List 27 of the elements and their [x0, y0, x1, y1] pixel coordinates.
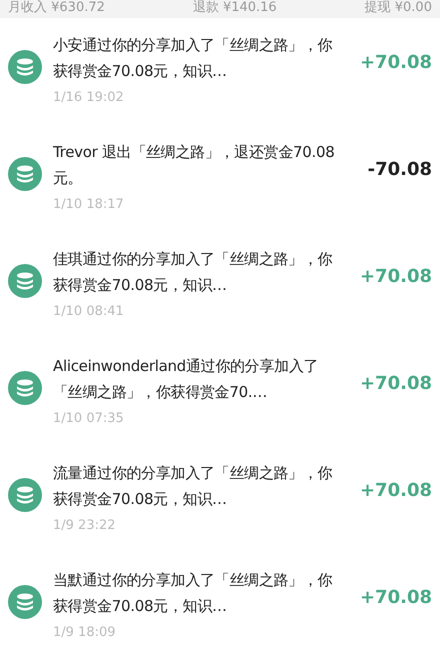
record-time: 1/10 08:41	[53, 304, 125, 319]
coins-icon	[8, 264, 42, 298]
record-time: 1/16 19:02	[53, 90, 125, 105]
record-description: 佳琪通过你的分享加入了「丝绸之路」，你获得赏金70.08元，知识…	[53, 249, 334, 296]
record-amount: +70.08	[360, 266, 432, 287]
coins-icon	[8, 50, 42, 84]
summary-label: 退款 ¥140.16	[192, 0, 277, 16]
coins-icon	[8, 371, 42, 405]
record-description: Aliceinwonderland通过你的分享加入了「丝绸之路」，你获得赏金70.…	[53, 356, 320, 403]
record-time: 1/9 23:22	[53, 518, 117, 533]
record-time: 1/9 18:09	[53, 625, 117, 640]
record-description: 流量通过你的分享加入了「丝绸之路」，你获得赏金70.08元，知识…	[53, 463, 334, 510]
record-description: 小安通过你的分享加入了「丝绸之路」，你获得赏金70.08元，知识…	[53, 35, 334, 82]
record-time: 1/10 18:17	[53, 197, 125, 212]
record-amount: -70.08	[368, 159, 432, 180]
record-amount: +70.08	[360, 52, 432, 73]
record-description: 当默通过你的分享加入了「丝绸之路」，你获得赏金70.08元，知识…	[53, 570, 334, 617]
coins-icon	[8, 585, 42, 619]
record-description: Trevor 退出「丝绸之路」，退还赏金70.08元。	[53, 142, 336, 189]
record-amount: +70.08	[360, 587, 432, 608]
record-time: 1/10 07:35	[53, 411, 125, 426]
summary-label: 月收入 ¥630.72	[8, 0, 105, 16]
record-amount: +70.08	[360, 373, 432, 394]
summary-label: 提现 ¥0.00	[364, 0, 432, 16]
record-amount: +70.08	[360, 480, 432, 501]
coins-icon	[8, 478, 42, 512]
coins-icon	[8, 157, 42, 191]
